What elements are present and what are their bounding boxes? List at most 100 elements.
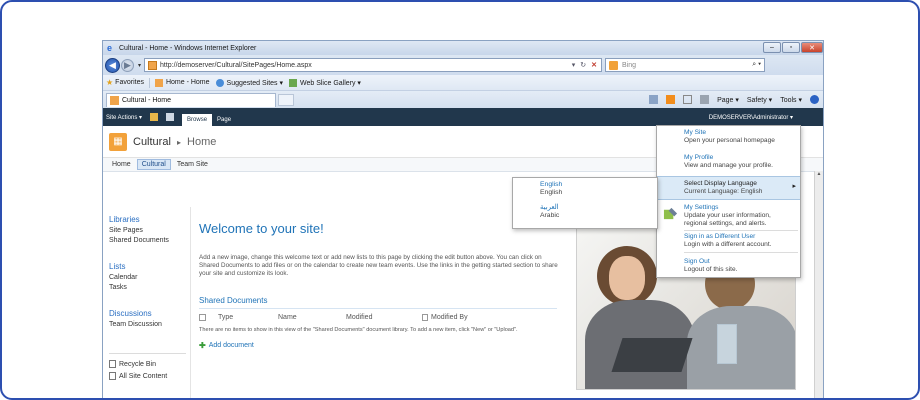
nav-heading-discussions[interactable]: Discussions [109, 309, 190, 318]
menu-item-desc: Logout of this site. [684, 266, 738, 273]
menu-item-title[interactable]: Select Display Language [684, 180, 800, 188]
photo-person-2 [687, 306, 795, 389]
menu-divider [684, 230, 798, 231]
stop-icon[interactable]: ✕ [591, 61, 597, 69]
tab-browse[interactable]: Browse [182, 114, 213, 126]
tab-title[interactable]: Cultural - Home [122, 97, 171, 104]
menu-item-title[interactable]: My Site [684, 129, 800, 137]
favorite-label[interactable]: Suggested Sites ▾ [227, 79, 283, 87]
history-dropdown-icon[interactable]: ▾ [138, 62, 141, 69]
topnav-home[interactable]: Home [108, 160, 135, 169]
rss-icon[interactable] [666, 95, 676, 104]
window-title: Cultural - Home - Windows Internet Explo… [119, 44, 257, 52]
breadcrumb-arrow-icon: ▸ [176, 137, 181, 147]
column-modified-by[interactable]: Modified By [431, 314, 468, 321]
bing-icon [609, 60, 619, 70]
language-option-arabic[interactable]: العربية Arabic [540, 204, 559, 220]
nav-item-site-pages[interactable]: Site Pages [109, 227, 190, 234]
mail-icon[interactable] [683, 95, 693, 104]
nav-item-tasks[interactable]: Tasks [109, 284, 190, 291]
home-icon[interactable] [649, 95, 659, 104]
screenshot-frame: e Cultural - Home - Windows Internet Exp… [0, 0, 920, 400]
menu-item-my-profile[interactable]: My Profile View and manage your profile. [657, 154, 800, 170]
scroll-up-icon[interactable]: ▲ [815, 171, 823, 180]
menu-divider [684, 252, 798, 253]
nav-heading-libraries[interactable]: Libraries [109, 215, 190, 224]
title-bar: e Cultural - Home - Windows Internet Exp… [103, 41, 823, 55]
maximize-button[interactable]: ▫ [782, 42, 800, 53]
column-modified[interactable]: Modified [346, 314, 422, 321]
refresh-icon[interactable]: ↻ [580, 61, 586, 69]
globe-icon [215, 78, 224, 87]
close-button[interactable]: ✕ [801, 42, 823, 53]
tab-page[interactable]: Page [212, 114, 236, 126]
nav-heading-lists[interactable]: Lists [109, 262, 190, 271]
menu-item-sign-out[interactable]: Sign Out Logout of this site. [657, 258, 800, 274]
favorites-button[interactable]: Favorites [115, 79, 144, 86]
nav-item-shared-documents[interactable]: Shared Documents [109, 237, 190, 244]
page-menu[interactable]: Page ▾ [717, 96, 739, 104]
recycle-bin-label[interactable]: Recycle Bin [119, 361, 156, 368]
tools-menu[interactable]: Tools ▾ [780, 96, 802, 104]
menu-item-title[interactable]: Sign in as Different User [684, 233, 800, 241]
command-bar: Page ▾ Safety ▾ Tools ▾ [649, 95, 823, 104]
search-icon[interactable]: ⌕ ▾ [752, 61, 764, 69]
column-name[interactable]: Name [278, 314, 346, 321]
address-text[interactable]: http://demoserver/Cultural/SitePages/Hom… [160, 62, 312, 69]
topnav-cultural[interactable]: Cultural [136, 159, 171, 170]
menu-item-my-site[interactable]: My Site Open your personal homepage [657, 129, 800, 145]
forward-icon[interactable]: ▶ [121, 58, 134, 72]
menu-item-my-settings[interactable]: My Settings Update your user information… [657, 204, 800, 228]
shared-documents-title[interactable]: Shared Documents [199, 296, 557, 309]
user-menu: My Site Open your personal homepage My P… [656, 125, 801, 278]
favorite-suggested-sites[interactable]: Suggested Sites ▾ [215, 78, 283, 87]
menu-item-title[interactable]: My Settings [684, 204, 800, 212]
select-all-checkbox[interactable] [199, 314, 206, 321]
language-name[interactable]: English [540, 181, 562, 189]
column-type[interactable]: Type [218, 314, 278, 321]
user-menu-button[interactable]: DEMOSERVER\Administrator ▾ [709, 114, 823, 121]
favorite-label[interactable]: Web Slice Gallery ▾ [300, 79, 361, 87]
safety-menu[interactable]: Safety ▾ [747, 96, 772, 104]
new-tab-button[interactable] [278, 93, 294, 106]
all-site-content-link[interactable]: All Site Content [109, 372, 186, 380]
favorite-home[interactable]: Home - Home [154, 78, 210, 87]
topnav-team-site[interactable]: Team Site [173, 160, 212, 169]
minimize-button[interactable]: – [763, 42, 781, 53]
address-dropdown-icon[interactable]: ▾ [572, 61, 576, 69]
favorites-bar: ★ Favorites Home - Home Suggested Sites … [103, 75, 823, 91]
menu-item-select-display-language[interactable]: Select Display Language Current Language… [657, 176, 800, 200]
folder-icon[interactable] [150, 113, 159, 121]
search-placeholder[interactable]: Bing [622, 62, 636, 69]
add-icon: ✚ [199, 341, 206, 350]
favorites-star-icon[interactable]: ★ [106, 78, 113, 87]
add-document-link[interactable]: ✚ Add document [199, 341, 569, 350]
nav-item-team-discussion[interactable]: Team Discussion [109, 321, 190, 328]
recycle-bin-link[interactable]: Recycle Bin [109, 360, 186, 368]
all-site-content-label[interactable]: All Site Content [119, 373, 167, 380]
print-icon[interactable] [700, 95, 710, 104]
favorite-web-slice-gallery[interactable]: Web Slice Gallery ▾ [288, 78, 361, 87]
page-icon [154, 78, 163, 87]
browser-tab[interactable]: Cultural - Home [106, 92, 276, 107]
menu-item-title[interactable]: Sign Out [684, 258, 800, 266]
divider [148, 77, 150, 88]
add-document-label[interactable]: Add document [209, 342, 254, 349]
menu-item-title[interactable]: My Profile [684, 154, 800, 162]
menu-item-sign-in-different-user[interactable]: Sign in as Different User Login with a d… [657, 233, 800, 249]
vertical-scrollbar[interactable]: ▲ [814, 171, 823, 398]
tab-row: Cultural - Home Page ▾ Safety ▾ Tools ▾ [103, 91, 823, 108]
language-option-english[interactable]: English English [540, 181, 562, 197]
language-name[interactable]: العربية [540, 204, 559, 212]
nav-item-calendar[interactable]: Calendar [109, 274, 190, 281]
welcome-paragraph: Add a new image, change this welcome tex… [199, 254, 558, 277]
back-icon[interactable]: ◀ [105, 57, 120, 73]
site-actions-menu[interactable]: Site Actions ▾ [106, 114, 142, 121]
help-icon[interactable] [810, 95, 819, 104]
favorite-label[interactable]: Home - Home [166, 79, 210, 86]
address-tools: ▾ ↻ ✕ [572, 61, 601, 69]
search-box[interactable]: Bing ⌕ ▾ [605, 58, 766, 72]
edit-page-icon[interactable] [166, 113, 175, 121]
address-bar[interactable]: http://demoserver/Cultural/SitePages/Hom… [144, 58, 603, 72]
site-title-link[interactable]: Cultural [133, 136, 171, 148]
